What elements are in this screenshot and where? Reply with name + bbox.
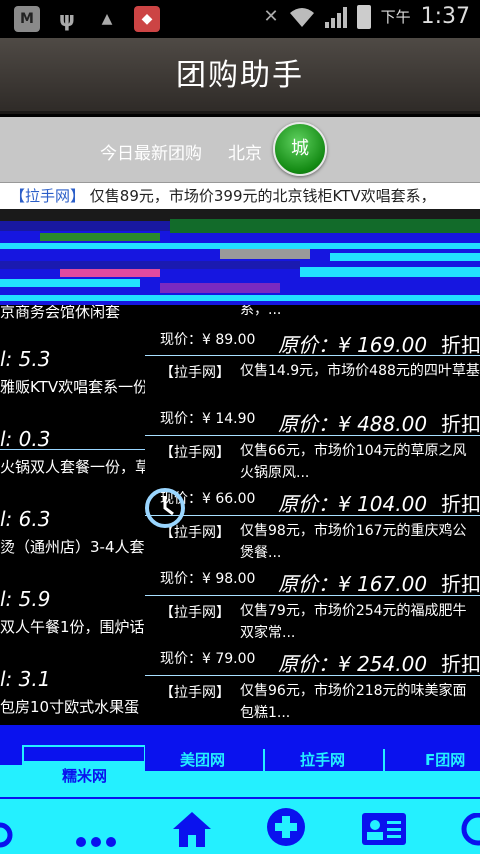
deal-source: 【拉手网】 [160, 605, 230, 621]
deal-current-price: 现价：¥ 79.00 [160, 651, 256, 667]
left-list-panel[interactable]: 京商务会馆休闲套 l: 5.3 雅贩KTV欢唱套系一份. l: 0.3 火锅双人… [0, 305, 145, 735]
usb-icon: ψ [59, 7, 75, 31]
list-item[interactable]: 京商务会馆休闲套 l: 5.3 [0, 305, 145, 385]
deal-discount: 折扣 [441, 412, 480, 436]
deal-row[interactable]: 【拉手网】 仅售98元，市场价167元的重庆鸡公煲餐... 现价：¥ 98.00… [145, 516, 480, 596]
deal-row[interactable]: 【拉手网】 仅售14.9元，市场价488元的四叶草基 现价：¥ 14.90 原价… [145, 356, 480, 436]
tab-ftuan[interactable]: F团网 [425, 749, 465, 770]
left-item-title: 烫（通州店）3-4人套 [0, 538, 145, 556]
news-ticker[interactable]: 【拉手网】 仅售89元，市场价399元的北京钱柜KTV欢唱套系， [0, 183, 480, 209]
app-store-icon: ◆ [134, 6, 160, 32]
left-item-title: 火锅双人套餐一份，草 [0, 458, 145, 476]
profile-card-icon[interactable] [361, 809, 407, 847]
tab-meituan[interactable]: 美团网 [180, 749, 225, 770]
deal-source: 【拉手网】 [160, 685, 230, 701]
deal-description: 仅售14.9元，市场价488元的四叶草基 [240, 363, 480, 379]
left-item-score: l: 6.3 [0, 507, 51, 531]
title-bar: 团购助手 [0, 38, 480, 114]
tab-nuomi[interactable]: 糯米网 [62, 765, 107, 786]
ticker-source: 【拉手网】 [10, 187, 86, 205]
search-icon[interactable] [0, 821, 18, 854]
deal-description: 仅售96元，市场价218元的味美家面包糕1... [240, 683, 467, 721]
deal-row[interactable]: 【拉手网】 仅售79元，市场价254元的福成肥牛双家常... 现价：¥ 79.0… [145, 596, 480, 676]
render-artifact-band [0, 209, 480, 305]
deal-row[interactable]: 【拉手网】 仅售96元，市场价218元的味美家面包糕1... [145, 676, 480, 725]
deal-discount: 折扣 [441, 572, 480, 596]
deal-source: 【拉手网】 [160, 365, 230, 381]
deal-original-price: 原价：¥ 167.00 [278, 572, 428, 596]
list-item[interactable]: 双人午餐1份，围炉话 l: 3.1 [0, 618, 145, 705]
deal-original-price: 原价：¥ 104.00 [278, 492, 428, 516]
left-item-title: 双人午餐1份，围炉话 [0, 618, 145, 636]
deal-original-price: 原价：¥ 254.00 [278, 652, 428, 676]
android-debug-icon: ▲ [101, 11, 113, 27]
deal-discount: 折扣 [441, 652, 480, 676]
city-name[interactable]: 北京 [228, 139, 262, 164]
ticker-text: 仅售89元，市场价399元的北京钱柜KTV欢唱套系， [89, 187, 436, 205]
refresh-spinner-icon [145, 488, 185, 528]
deal-description: 系，... [240, 305, 282, 318]
deal-original-price: 原价：¥ 169.00 [278, 333, 428, 357]
left-item-title: 包房10寸欧式水果蛋 [0, 698, 140, 716]
deal-row[interactable]: 【拉手网】 仅售66元，市场价104元的草原之风火锅原风... 现价：¥ 66.… [145, 436, 480, 516]
deal-discount: 折扣 [441, 492, 480, 516]
deal-discount: 折扣 [441, 333, 480, 357]
tab-lashou[interactable]: 拉手网 [300, 749, 345, 770]
source-tab-strip[interactable]: 糯米网 美团网 拉手网 F团网 [0, 725, 480, 797]
left-item-score: l: 0.3 [0, 427, 51, 451]
more-icon[interactable] [74, 835, 118, 849]
status-bar: M ψ ▲ ◆ ✕ 下午 1:37 [0, 0, 480, 38]
deal-original-price: 原价：¥ 488.00 [278, 412, 428, 436]
clock-time: 1:37 [420, 4, 470, 29]
left-item-title: 雅贩KTV欢唱套系一份. [0, 378, 145, 396]
city-select-button[interactable]: 城 [273, 122, 327, 176]
shield-app-icon: M [14, 6, 40, 32]
wifi-icon [289, 7, 314, 27]
deal-description: 仅售79元，市场价254元的福成肥牛双家常... [240, 603, 467, 641]
deal-source: 【拉手网】 [160, 445, 230, 461]
deal-current-price: 现价：¥ 98.00 [160, 571, 256, 587]
list-item[interactable]: 雅贩KTV欢唱套系一份. l: 0.3 [0, 378, 145, 465]
deal-description: 仅售98元，市场价167元的重庆鸡公煲餐... [240, 523, 467, 561]
add-icon[interactable] [266, 807, 306, 847]
battery-icon [356, 4, 371, 29]
mute-icon: ✕ [263, 6, 279, 27]
today-deals-label: 今日最新团购 [100, 144, 202, 164]
bottom-nav [0, 797, 480, 854]
left-item-title: 京商务会馆休闲套 [0, 305, 121, 321]
deal-current-price: 现价：¥ 89.00 [160, 332, 256, 348]
deal-description: 仅售66元，市场价104元的草原之风火锅原风... [240, 443, 467, 481]
list-item[interactable]: 烫（通州店）3-4人套 l: 5.9 [0, 538, 145, 625]
deal-current-price: 现价：¥ 14.90 [160, 411, 256, 427]
left-item-score: l: 5.3 [0, 347, 51, 371]
left-item-score: l: 5.9 [0, 587, 51, 611]
page-title: 团购助手 [176, 58, 304, 93]
sub-header: 今日最新团购 北京 [0, 117, 480, 183]
signal-icon [324, 6, 347, 28]
clock-ampm: 下午 [380, 8, 411, 26]
deal-row[interactable]: 系，... 现价：¥ 89.00 原价：¥ 169.00 折扣 [145, 305, 480, 357]
more-partial-icon[interactable] [458, 813, 480, 847]
home-icon[interactable] [171, 809, 213, 849]
deal-list[interactable]: 系，... 现价：¥ 89.00 原价：¥ 169.00 折扣 【拉手网】 仅售… [145, 305, 480, 725]
list-item[interactable]: 火锅双人套餐一份，草 l: 6.3 [0, 458, 145, 545]
left-item-score: l: 3.1 [0, 667, 51, 691]
